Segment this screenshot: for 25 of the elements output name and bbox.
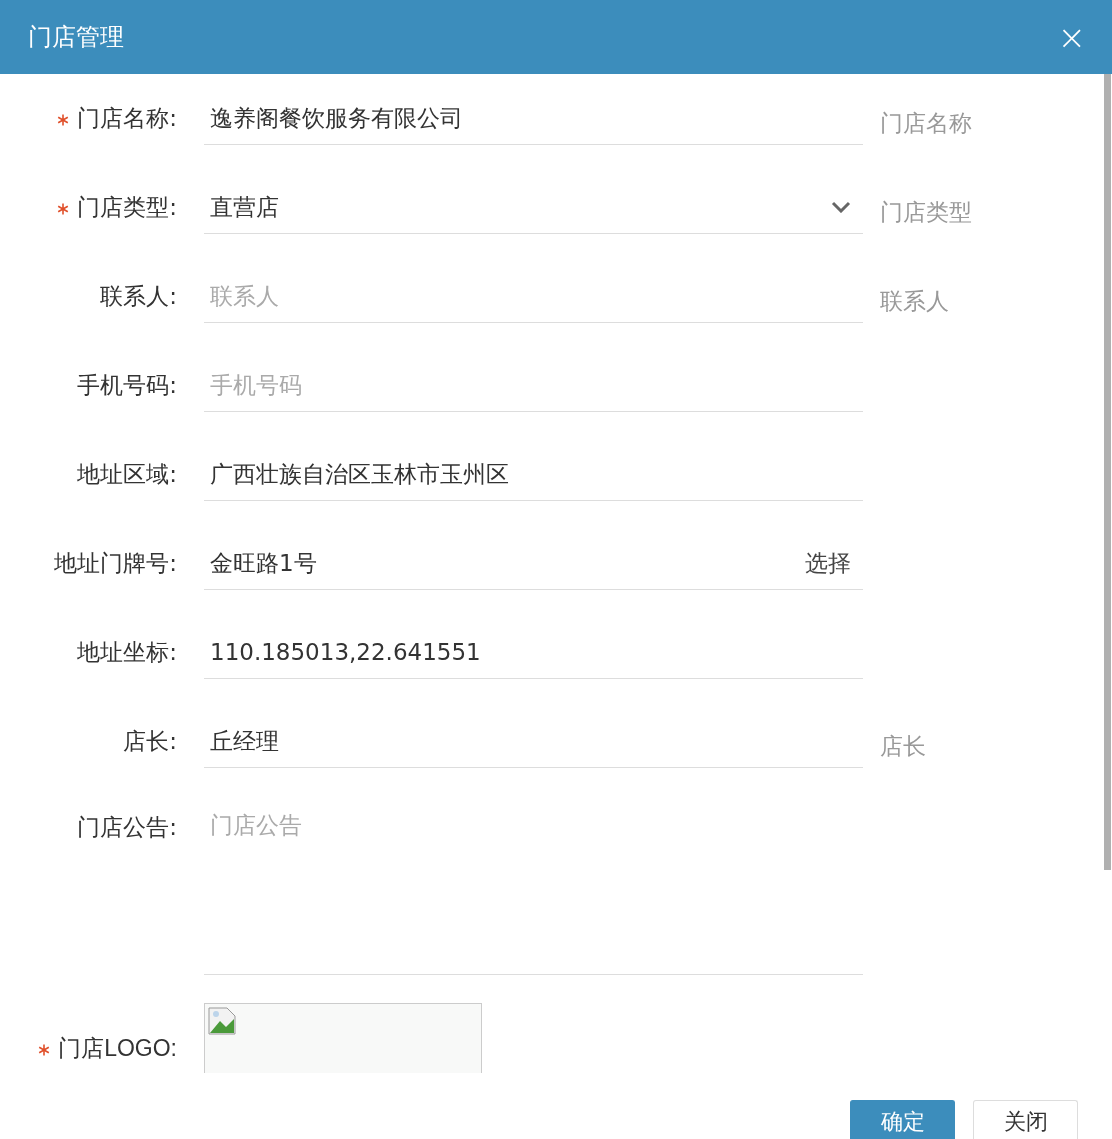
dialog-title: 门店管理 — [28, 22, 124, 53]
broken-image-icon — [208, 1007, 236, 1035]
field-value: 金旺路1号 — [210, 548, 317, 578]
field-label: 地址坐标: — [77, 637, 177, 667]
chevron-down-icon — [831, 201, 851, 213]
field-hint: 门店名称 — [880, 109, 972, 138]
logo-upload[interactable] — [204, 1003, 482, 1073]
close-dialog-button[interactable]: 关闭 — [973, 1100, 1078, 1139]
confirm-button[interactable]: 确定 — [850, 1100, 955, 1139]
choose-link[interactable]: 选择 — [805, 547, 851, 579]
field-label: 门店LOGO: — [58, 1033, 177, 1063]
field-label: 店长: — [123, 726, 177, 756]
field-hint: 联系人 — [880, 287, 949, 316]
field-label: 地址门牌号: — [54, 548, 177, 578]
close-button[interactable]: × — [1051, 20, 1092, 54]
field-hint: 店长 — [880, 732, 926, 761]
field-label: 联系人: — [100, 281, 177, 311]
scrollbar[interactable] — [1104, 74, 1111, 870]
field-label: 门店公告: — [77, 813, 177, 842]
field-hint: 门店类型 — [880, 198, 972, 227]
select-value: 直营店 — [210, 192, 279, 222]
field-label: 门店类型: — [77, 192, 177, 222]
field-label: 手机号码: — [77, 370, 177, 400]
field-label: 门店名称: — [77, 103, 177, 133]
field-label: 地址区域: — [77, 459, 177, 489]
